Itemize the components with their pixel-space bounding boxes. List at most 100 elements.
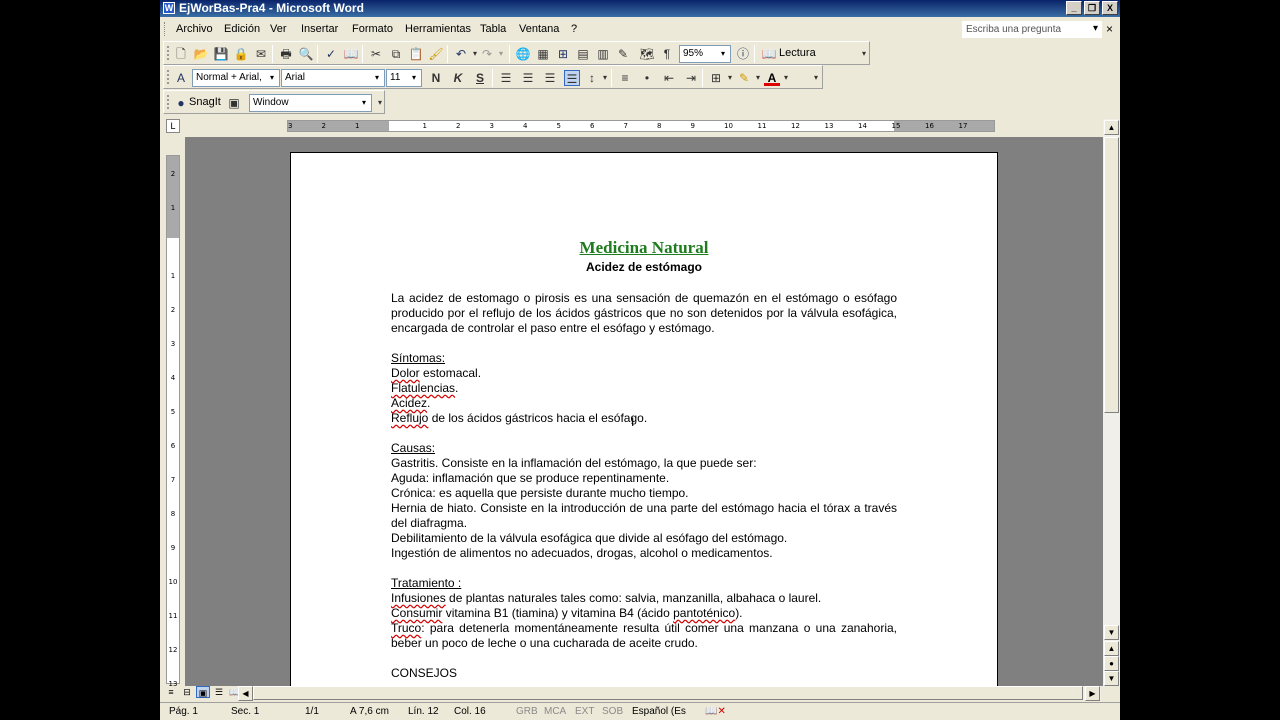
- chevron-down-icon[interactable]: ▾: [266, 71, 278, 85]
- columns-icon[interactable]: ▥: [595, 46, 611, 62]
- status-record-macro[interactable]: GRB: [516, 706, 538, 717]
- menu-help[interactable]: ?: [571, 23, 577, 35]
- tratamiento-heading[interactable]: Tratamiento :: [391, 576, 897, 591]
- document-body[interactable]: La acidez de estomago o pirosis es una s…: [391, 291, 897, 681]
- increase-indent-icon[interactable]: ⇥: [683, 70, 699, 86]
- chevron-down-icon[interactable]: ▾: [778, 70, 794, 86]
- snagit-icon[interactable]: ●: [173, 95, 189, 111]
- misspelled-word[interactable]: pantoténico: [673, 606, 735, 620]
- consejos-heading[interactable]: CONSEJOS: [391, 666, 897, 681]
- list-item[interactable]: Truco: para detenerla momentáneamente re…: [391, 621, 897, 651]
- list-item[interactable]: Infusiones de plantas naturales tales co…: [391, 591, 897, 606]
- print-preview-icon[interactable]: 🔍: [298, 46, 314, 62]
- drawing-icon[interactable]: ✎: [615, 46, 631, 62]
- snagit-label[interactable]: SnagIt: [189, 96, 221, 108]
- document-page[interactable]: Medicina Natural Acidez de estómago La a…: [290, 152, 998, 686]
- scroll-up-button[interactable]: ▲: [1104, 120, 1119, 135]
- new-document-icon[interactable]: 🗋: [173, 46, 189, 62]
- toolbar-grip[interactable]: [167, 46, 170, 60]
- align-right-icon[interactable]: ☰: [542, 70, 558, 86]
- word-app-icon[interactable]: W: [163, 2, 175, 14]
- status-extend[interactable]: EXT: [575, 706, 594, 717]
- font-select[interactable]: Arial ▾: [281, 69, 385, 87]
- next-page-button[interactable]: ▼: [1104, 671, 1119, 686]
- hyperlink-icon[interactable]: 🌐: [515, 46, 531, 62]
- paste-icon[interactable]: 📋: [408, 46, 424, 62]
- horizontal-scrollbar[interactable]: ◀ ▶: [238, 686, 1101, 701]
- toolbar-options-icon[interactable]: ▾: [808, 70, 824, 86]
- vertical-scroll-thumb[interactable]: [1104, 137, 1119, 413]
- intro-paragraph[interactable]: La acidez de estomago o pirosis es una s…: [391, 291, 897, 336]
- chevron-down-icon[interactable]: ▾: [1093, 23, 1098, 34]
- underline-button[interactable]: S: [472, 70, 488, 86]
- read-mode-icon[interactable]: 📖: [761, 46, 777, 62]
- bullets-icon[interactable]: •: [639, 70, 655, 86]
- toolbar-options-icon[interactable]: ▾: [856, 46, 872, 62]
- outline-view-icon[interactable]: ☰: [212, 686, 226, 698]
- misspelled-word[interactable]: Truco: [391, 621, 421, 635]
- list-item[interactable]: Ingestión de alimentos no adecuados, dro…: [391, 546, 897, 561]
- chevron-down-icon[interactable]: ▾: [717, 47, 729, 61]
- menu-tabla[interactable]: Tabla: [480, 23, 506, 35]
- format-painter-icon[interactable]: 🖌: [428, 46, 444, 62]
- italic-button[interactable]: K: [450, 70, 466, 86]
- toolbar-options-icon[interactable]: ▾: [372, 95, 388, 111]
- print-layout-icon[interactable]: ▣: [196, 686, 210, 698]
- list-item[interactable]: Hernia de hiato. Consiste en la introduc…: [391, 501, 897, 531]
- list-item[interactable]: Crónica: es aquella que persiste durante…: [391, 486, 897, 501]
- document-subtitle[interactable]: Acidez de estómago: [291, 260, 997, 274]
- sintomas-heading[interactable]: Síntomas:: [391, 351, 897, 366]
- close-button[interactable]: X: [1102, 1, 1118, 15]
- numbering-icon[interactable]: ≡: [617, 70, 633, 86]
- menu-archivo[interactable]: Archivo: [176, 23, 213, 35]
- horizontal-ruler[interactable]: 3 2 1 1 2 3 4 5 6 7 8 9 10 11 12 13 14 15 16 17: [287, 120, 995, 132]
- styles-pane-icon[interactable]: A: [173, 70, 189, 86]
- list-item[interactable]: Reflujo de los ácidos gástricos hacia el…: [391, 411, 897, 426]
- email-icon[interactable]: ✉: [253, 46, 269, 62]
- toolbar-grip[interactable]: [167, 70, 170, 84]
- chevron-down-icon[interactable]: ▾: [358, 96, 370, 110]
- scroll-down-button[interactable]: ▼: [1104, 625, 1119, 640]
- tab-selector-button[interactable]: L: [166, 119, 180, 133]
- show-hide-pilcrow-icon[interactable]: ¶: [659, 46, 675, 62]
- list-item[interactable]: Flatulencias.: [391, 381, 897, 396]
- insert-excel-icon[interactable]: ▤: [575, 46, 591, 62]
- align-left-icon[interactable]: ☰: [498, 70, 514, 86]
- menu-insertar[interactable]: Insertar: [301, 23, 338, 35]
- close-document-button[interactable]: ×: [1106, 22, 1113, 36]
- capture-mode-select[interactable]: Window ▾: [249, 94, 372, 112]
- permission-icon[interactable]: 🔒: [233, 46, 249, 62]
- menu-ventana[interactable]: Ventana: [519, 23, 559, 35]
- document-area[interactable]: Medicina Natural Acidez de estómago La a…: [185, 137, 1103, 686]
- font-size-select[interactable]: 11 ▾: [386, 69, 422, 87]
- justify-icon[interactable]: ☰: [564, 70, 580, 86]
- bold-button[interactable]: N: [428, 70, 444, 86]
- normal-view-icon[interactable]: ≡: [164, 686, 178, 698]
- causas-heading[interactable]: Causas:: [391, 441, 897, 456]
- scroll-right-button[interactable]: ▶: [1085, 686, 1100, 701]
- browse-object-button[interactable]: ●: [1104, 656, 1119, 671]
- status-track-changes[interactable]: MCA: [544, 706, 566, 717]
- toolbar-grip[interactable]: [167, 95, 170, 109]
- document-map-icon[interactable]: 🗺: [639, 46, 655, 62]
- spelling-status-icon[interactable]: 📖✕: [705, 706, 726, 717]
- list-item[interactable]: Consumir vitamina B1 (tiamina) y vitamin…: [391, 606, 897, 621]
- vertical-ruler[interactable]: 2 1 1 2 3 4 5 6 7 8 9 10 11 12 13: [166, 155, 180, 688]
- previous-page-button[interactable]: ▲: [1104, 641, 1119, 656]
- read-mode-label[interactable]: Lectura: [779, 47, 816, 59]
- align-center-icon[interactable]: ☰: [520, 70, 536, 86]
- chevron-down-icon[interactable]: ▾: [408, 71, 420, 85]
- tables-borders-icon[interactable]: ▦: [535, 46, 551, 62]
- zoom-select[interactable]: 95% ▾: [679, 45, 731, 63]
- copy-icon[interactable]: ⧉: [388, 46, 404, 62]
- misspelled-word[interactable]: Dolor: [391, 366, 420, 380]
- open-folder-icon[interactable]: 📂: [193, 46, 209, 62]
- misspelled-word[interactable]: Consumir: [391, 606, 442, 620]
- ask-question-box[interactable]: Escriba una pregunta ▾: [962, 21, 1102, 38]
- web-view-icon[interactable]: ⊟: [180, 686, 194, 698]
- list-item[interactable]: Dolor estomacal.: [391, 366, 897, 381]
- cut-icon[interactable]: ✂: [368, 46, 384, 62]
- chevron-down-icon[interactable]: ▾: [371, 71, 383, 85]
- document-title[interactable]: Medicina Natural: [291, 238, 997, 258]
- scroll-left-button[interactable]: ◀: [238, 686, 253, 701]
